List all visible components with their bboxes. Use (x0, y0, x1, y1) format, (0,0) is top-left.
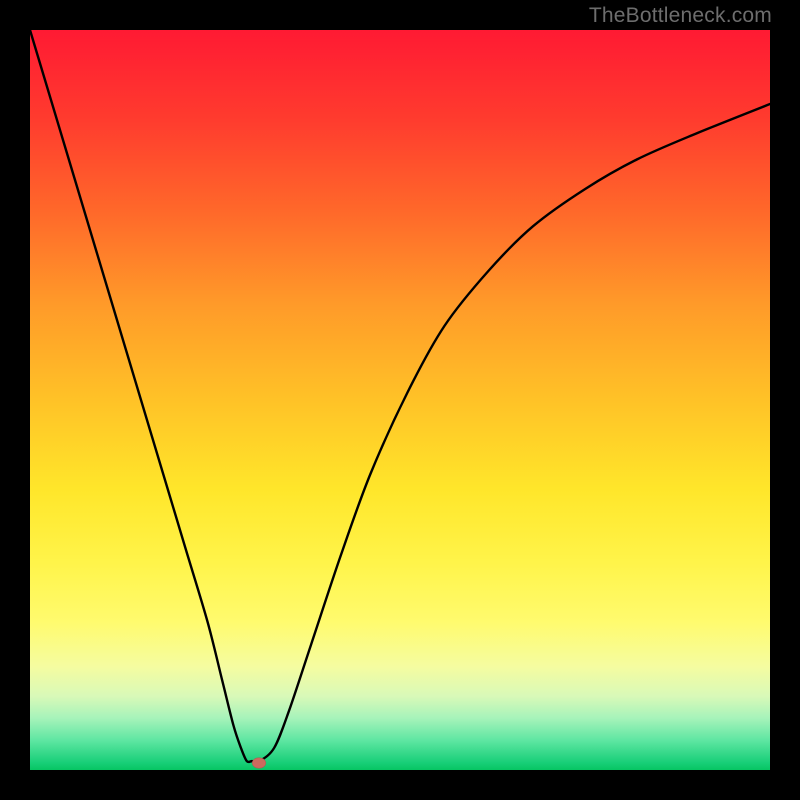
chart-stage: TheBottleneck.com (0, 0, 800, 800)
curve-svg (30, 30, 770, 770)
bottleneck-curve-path (30, 30, 770, 762)
minimum-marker (252, 758, 266, 769)
watermark-text: TheBottleneck.com (589, 4, 772, 28)
